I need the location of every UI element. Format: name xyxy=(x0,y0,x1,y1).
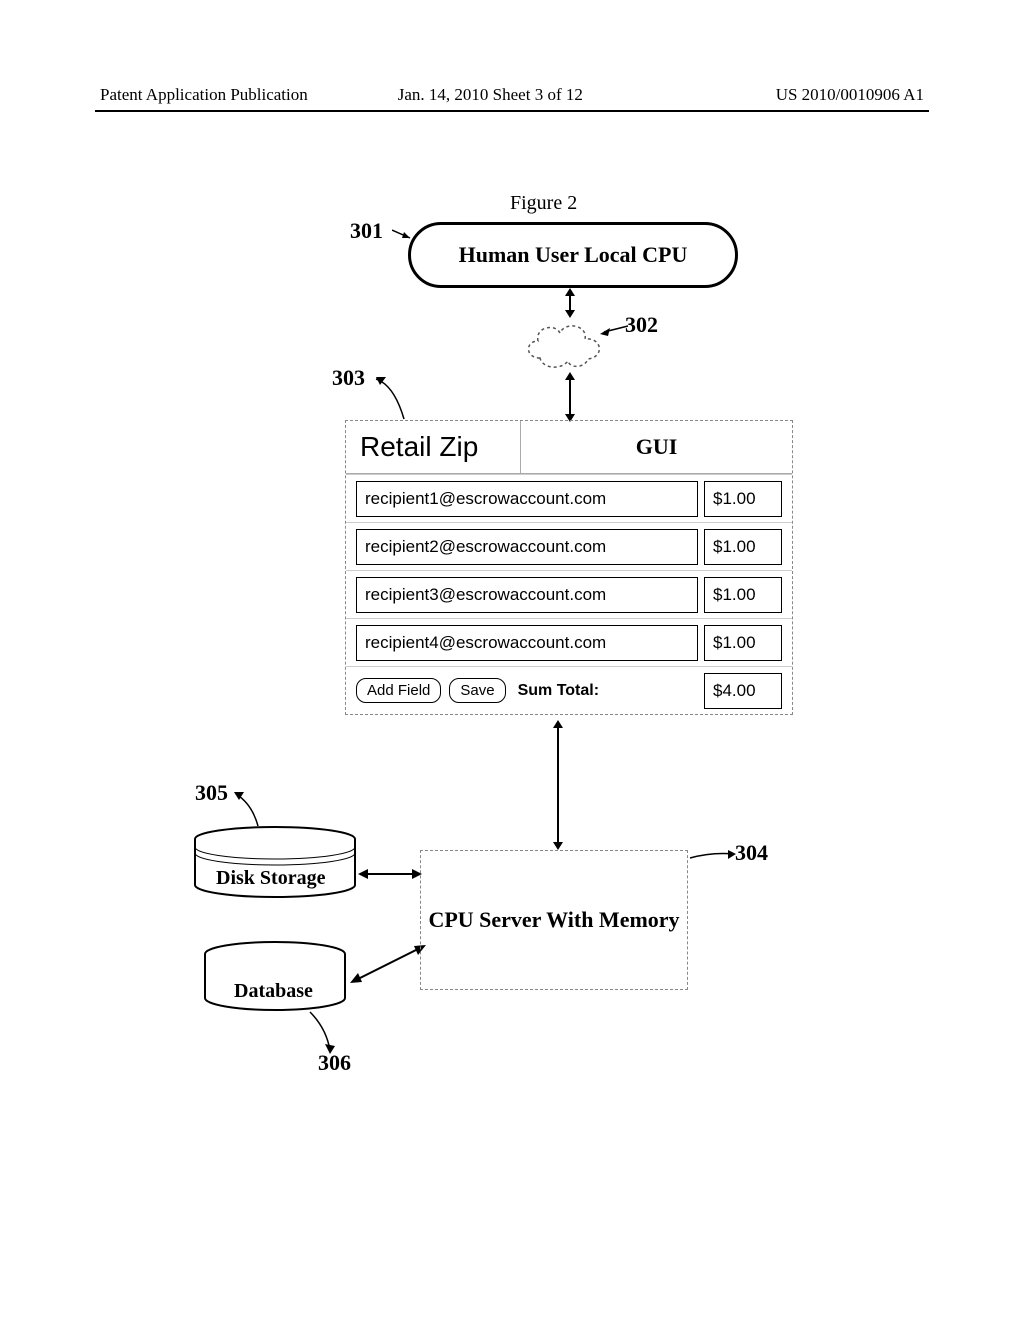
leader-306 xyxy=(300,1010,340,1054)
ref-303: 303 xyxy=(332,365,365,391)
ref-301: 301 xyxy=(350,218,383,244)
ref-305: 305 xyxy=(195,780,228,806)
recipient-row-1: recipient1@escrowaccount.com $1.00 xyxy=(346,474,792,522)
add-field-button[interactable]: Add Field xyxy=(356,678,441,703)
gui-footer: Add Field Save Sum Total: $4.00 xyxy=(346,666,792,714)
human-user-cpu-label: Human User Local CPU xyxy=(459,242,688,268)
recipient-amount-1[interactable]: $1.00 xyxy=(704,481,782,517)
gui-label: GUI xyxy=(521,421,792,473)
figure-title: Figure 2 xyxy=(510,192,577,215)
leader-303 xyxy=(374,375,414,425)
arrow-cloud-gui xyxy=(560,372,580,422)
diagram-canvas: Figure 2 Human User Local CPU 301 302 30… xyxy=(0,140,1024,1240)
recipient-email-2[interactable]: recipient2@escrowaccount.com xyxy=(356,529,698,565)
ref-304: 304 xyxy=(735,840,768,866)
database-label: Database xyxy=(234,980,313,1003)
server-label: CPU Server With Memory xyxy=(428,906,679,935)
recipient-row-4: recipient4@escrowaccount.com $1.00 xyxy=(346,618,792,666)
recipient-email-1[interactable]: recipient1@escrowaccount.com xyxy=(356,481,698,517)
human-user-cpu-node: Human User Local CPU xyxy=(408,222,738,288)
database-node: Database xyxy=(200,940,350,1020)
recipient-row-2: recipient2@escrowaccount.com $1.00 xyxy=(346,522,792,570)
recipient-row-3: recipient3@escrowaccount.com $1.00 xyxy=(346,570,792,618)
header-rule xyxy=(95,110,929,112)
recipient-amount-3[interactable]: $1.00 xyxy=(704,577,782,613)
retail-zip-label: Retail Zip xyxy=(346,421,521,473)
header-left: Patent Application Publication xyxy=(100,85,308,105)
disk-storage-label: Disk Storage xyxy=(216,867,325,890)
save-button[interactable]: Save xyxy=(449,678,505,703)
arrow-db-server xyxy=(348,940,428,990)
gui-header: Retail Zip GUI xyxy=(346,421,792,474)
header-right: US 2010/0010906 A1 xyxy=(776,85,924,105)
sum-total-label: Sum Total: xyxy=(518,682,599,700)
recipient-amount-2[interactable]: $1.00 xyxy=(704,529,782,565)
recipient-email-3[interactable]: recipient3@escrowaccount.com xyxy=(356,577,698,613)
server-node: CPU Server With Memory xyxy=(420,850,688,990)
arrow-disk-server xyxy=(358,860,422,890)
arrow-gui-server xyxy=(548,720,568,850)
gui-panel: Retail Zip GUI recipient1@escrowaccount.… xyxy=(345,420,793,715)
sum-total-value: $4.00 xyxy=(704,673,782,709)
leader-302 xyxy=(600,322,630,338)
leader-304 xyxy=(688,850,738,866)
disk-storage-node: Disk Storage xyxy=(190,825,360,905)
recipient-amount-4[interactable]: $1.00 xyxy=(704,625,782,661)
page-header: Patent Application Publication Jan. 14, … xyxy=(100,85,924,105)
header-mid: Jan. 14, 2010 Sheet 3 of 12 xyxy=(308,85,776,105)
recipient-email-4[interactable]: recipient4@escrowaccount.com xyxy=(356,625,698,661)
leader-305 xyxy=(234,790,264,830)
cloud-icon xyxy=(520,313,610,375)
leader-301 xyxy=(392,226,422,246)
